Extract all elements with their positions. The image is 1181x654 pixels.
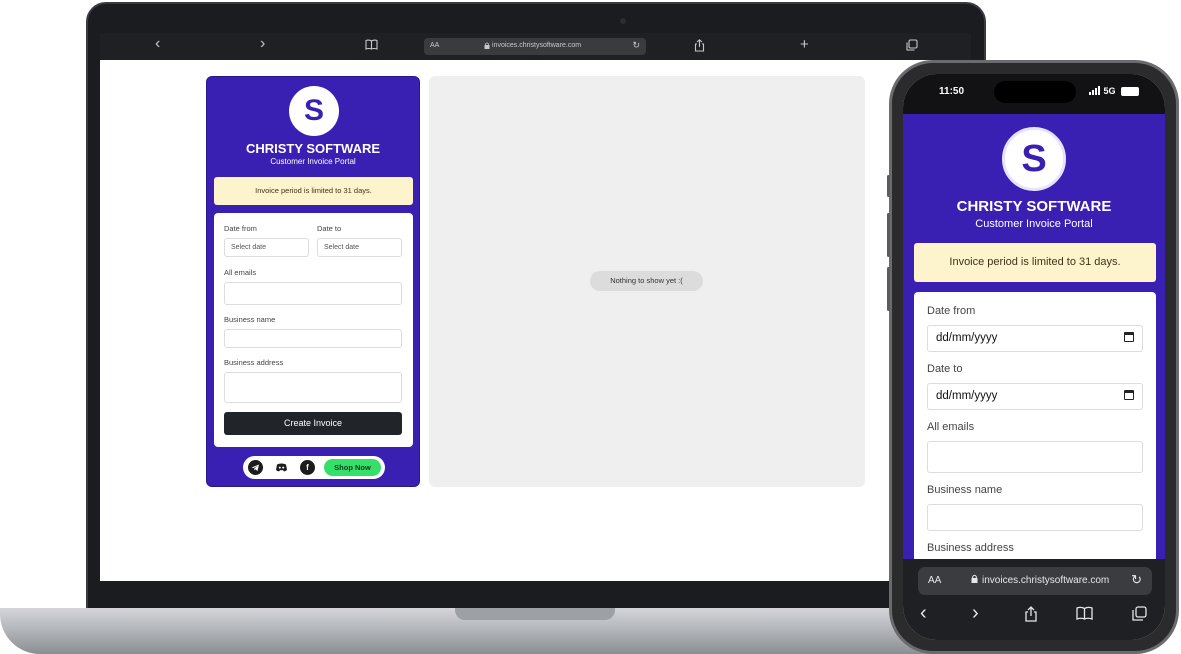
phone-action-button	[887, 175, 890, 197]
phone-status-bar: 11:50 5G	[903, 74, 1165, 114]
create-invoice-button[interactable]: Create Invoice	[224, 412, 402, 435]
lock-icon	[971, 574, 978, 585]
christy-logo: S	[289, 86, 339, 136]
reload-icon[interactable]: ↻	[1131, 572, 1142, 588]
reader-aa-button[interactable]: AA	[928, 575, 941, 586]
phone-screen: 11:50 5G S CHRISTY SOFTWARE Customer Inv…	[903, 74, 1165, 640]
business-address-label: Business address	[927, 542, 1014, 554]
date-from-input[interactable]: Select date	[224, 238, 309, 257]
telegram-icon[interactable]	[248, 460, 263, 475]
discord-icon[interactable]	[274, 460, 289, 475]
emails-input[interactable]	[927, 441, 1143, 473]
invoice-portal-card: S CHRISTY SOFTWARE Customer Invoice Port…	[206, 76, 420, 487]
status-time: 11:50	[939, 86, 965, 97]
social-links-bar: f Shop Now	[243, 456, 385, 479]
date-to-label: Date to	[927, 363, 963, 375]
date-from-input[interactable]: dd/mm/yyyy	[927, 325, 1143, 352]
invoice-preview-panel: Nothing to show yet :(	[429, 76, 865, 487]
calendar-icon[interactable]	[1124, 390, 1134, 400]
new-tab-icon[interactable]: +	[800, 37, 809, 52]
date-from-label: Date from	[927, 305, 976, 317]
period-notice: Invoice period is limited to 31 days.	[214, 177, 413, 205]
business-address-label: Business address	[224, 358, 284, 367]
laptop-screen: ‹ › AA invoices.christysoftware.com ↻ +	[100, 33, 971, 581]
bookmarks-icon[interactable]	[1076, 606, 1093, 624]
desktop-url-text: invoices.christysoftware.com	[492, 42, 582, 49]
mobile-browser-toolbar: AA invoices.christysoftware.com ↻ ‹ ›	[903, 559, 1165, 640]
shop-now-button[interactable]: Shop Now	[324, 459, 381, 476]
date-to-input[interactable]: dd/mm/yyyy	[927, 383, 1143, 410]
portal-subtitle: Customer Invoice Portal	[975, 218, 1093, 230]
share-icon[interactable]	[1024, 606, 1038, 626]
portal-subtitle: Customer Invoice Portal	[270, 157, 356, 166]
business-name-label: Business name	[927, 484, 1003, 496]
calendar-icon[interactable]	[1124, 332, 1134, 342]
christy-logo: S	[1002, 127, 1066, 191]
desktop-browser-toolbar: ‹ › AA invoices.christysoftware.com ↻ +	[100, 33, 971, 60]
bookmarks-icon[interactable]	[365, 39, 378, 53]
desktop-address-bar[interactable]: AA invoices.christysoftware.com ↻	[424, 38, 646, 55]
mobile-url-text: invoices.christysoftware.com	[982, 575, 1110, 586]
back-icon[interactable]: ‹	[155, 36, 160, 52]
tabs-overview-icon[interactable]	[1132, 606, 1147, 625]
phone-frame: 11:50 5G S CHRISTY SOFTWARE Customer Inv…	[887, 60, 1179, 654]
brand-name: CHRISTY SOFTWARE	[956, 198, 1112, 215]
share-icon[interactable]	[694, 39, 705, 55]
emails-label: All emails	[224, 268, 257, 277]
emails-label: All emails	[927, 421, 975, 433]
business-name-input[interactable]	[927, 504, 1143, 531]
date-from-value: dd/mm/yyyy	[936, 332, 998, 344]
date-to-label: Date to	[317, 224, 342, 233]
reload-icon[interactable]: ↻	[632, 40, 640, 51]
mobile-invoice-form: Date from dd/mm/yyyy Date to dd/mm/yyyy …	[914, 292, 1156, 559]
forward-icon[interactable]: ›	[260, 36, 265, 52]
device-mockup-stage: ‹ › AA invoices.christysoftware.com ↻ +	[0, 0, 1181, 654]
back-icon[interactable]: ‹	[920, 602, 927, 625]
dynamic-island	[994, 81, 1076, 103]
business-name-label: Business name	[224, 315, 276, 324]
phone-volume-down	[887, 267, 890, 311]
phone-volume-up	[887, 213, 890, 257]
lock-icon	[484, 42, 490, 51]
mobile-invoice-portal: S CHRISTY SOFTWARE Customer Invoice Port…	[903, 114, 1165, 559]
date-to-value: dd/mm/yyyy	[936, 390, 998, 402]
network-label: 5G	[1103, 86, 1116, 96]
empty-state-message: Nothing to show yet :(	[590, 271, 703, 291]
period-notice: Invoice period is limited to 31 days.	[914, 243, 1156, 282]
battery-icon	[1121, 87, 1139, 96]
date-to-input[interactable]: Select date	[317, 238, 402, 257]
laptop-notch	[455, 608, 615, 620]
facebook-icon[interactable]: f	[300, 460, 315, 475]
mobile-address-bar[interactable]: AA invoices.christysoftware.com ↻	[918, 567, 1152, 595]
business-name-input[interactable]	[224, 329, 402, 348]
brand-name: CHRISTY SOFTWARE	[245, 141, 381, 156]
reader-aa-button[interactable]: AA	[430, 42, 439, 49]
date-from-label: Date from	[224, 224, 257, 233]
laptop-camera	[620, 18, 626, 24]
business-address-textarea[interactable]	[224, 372, 402, 403]
signal-icon: 5G	[1089, 86, 1116, 96]
forward-icon[interactable]: ›	[972, 602, 979, 625]
tabs-overview-icon[interactable]	[906, 39, 918, 54]
emails-input[interactable]	[224, 282, 402, 305]
invoice-form: Date from Select date Date to Select dat…	[214, 213, 413, 447]
